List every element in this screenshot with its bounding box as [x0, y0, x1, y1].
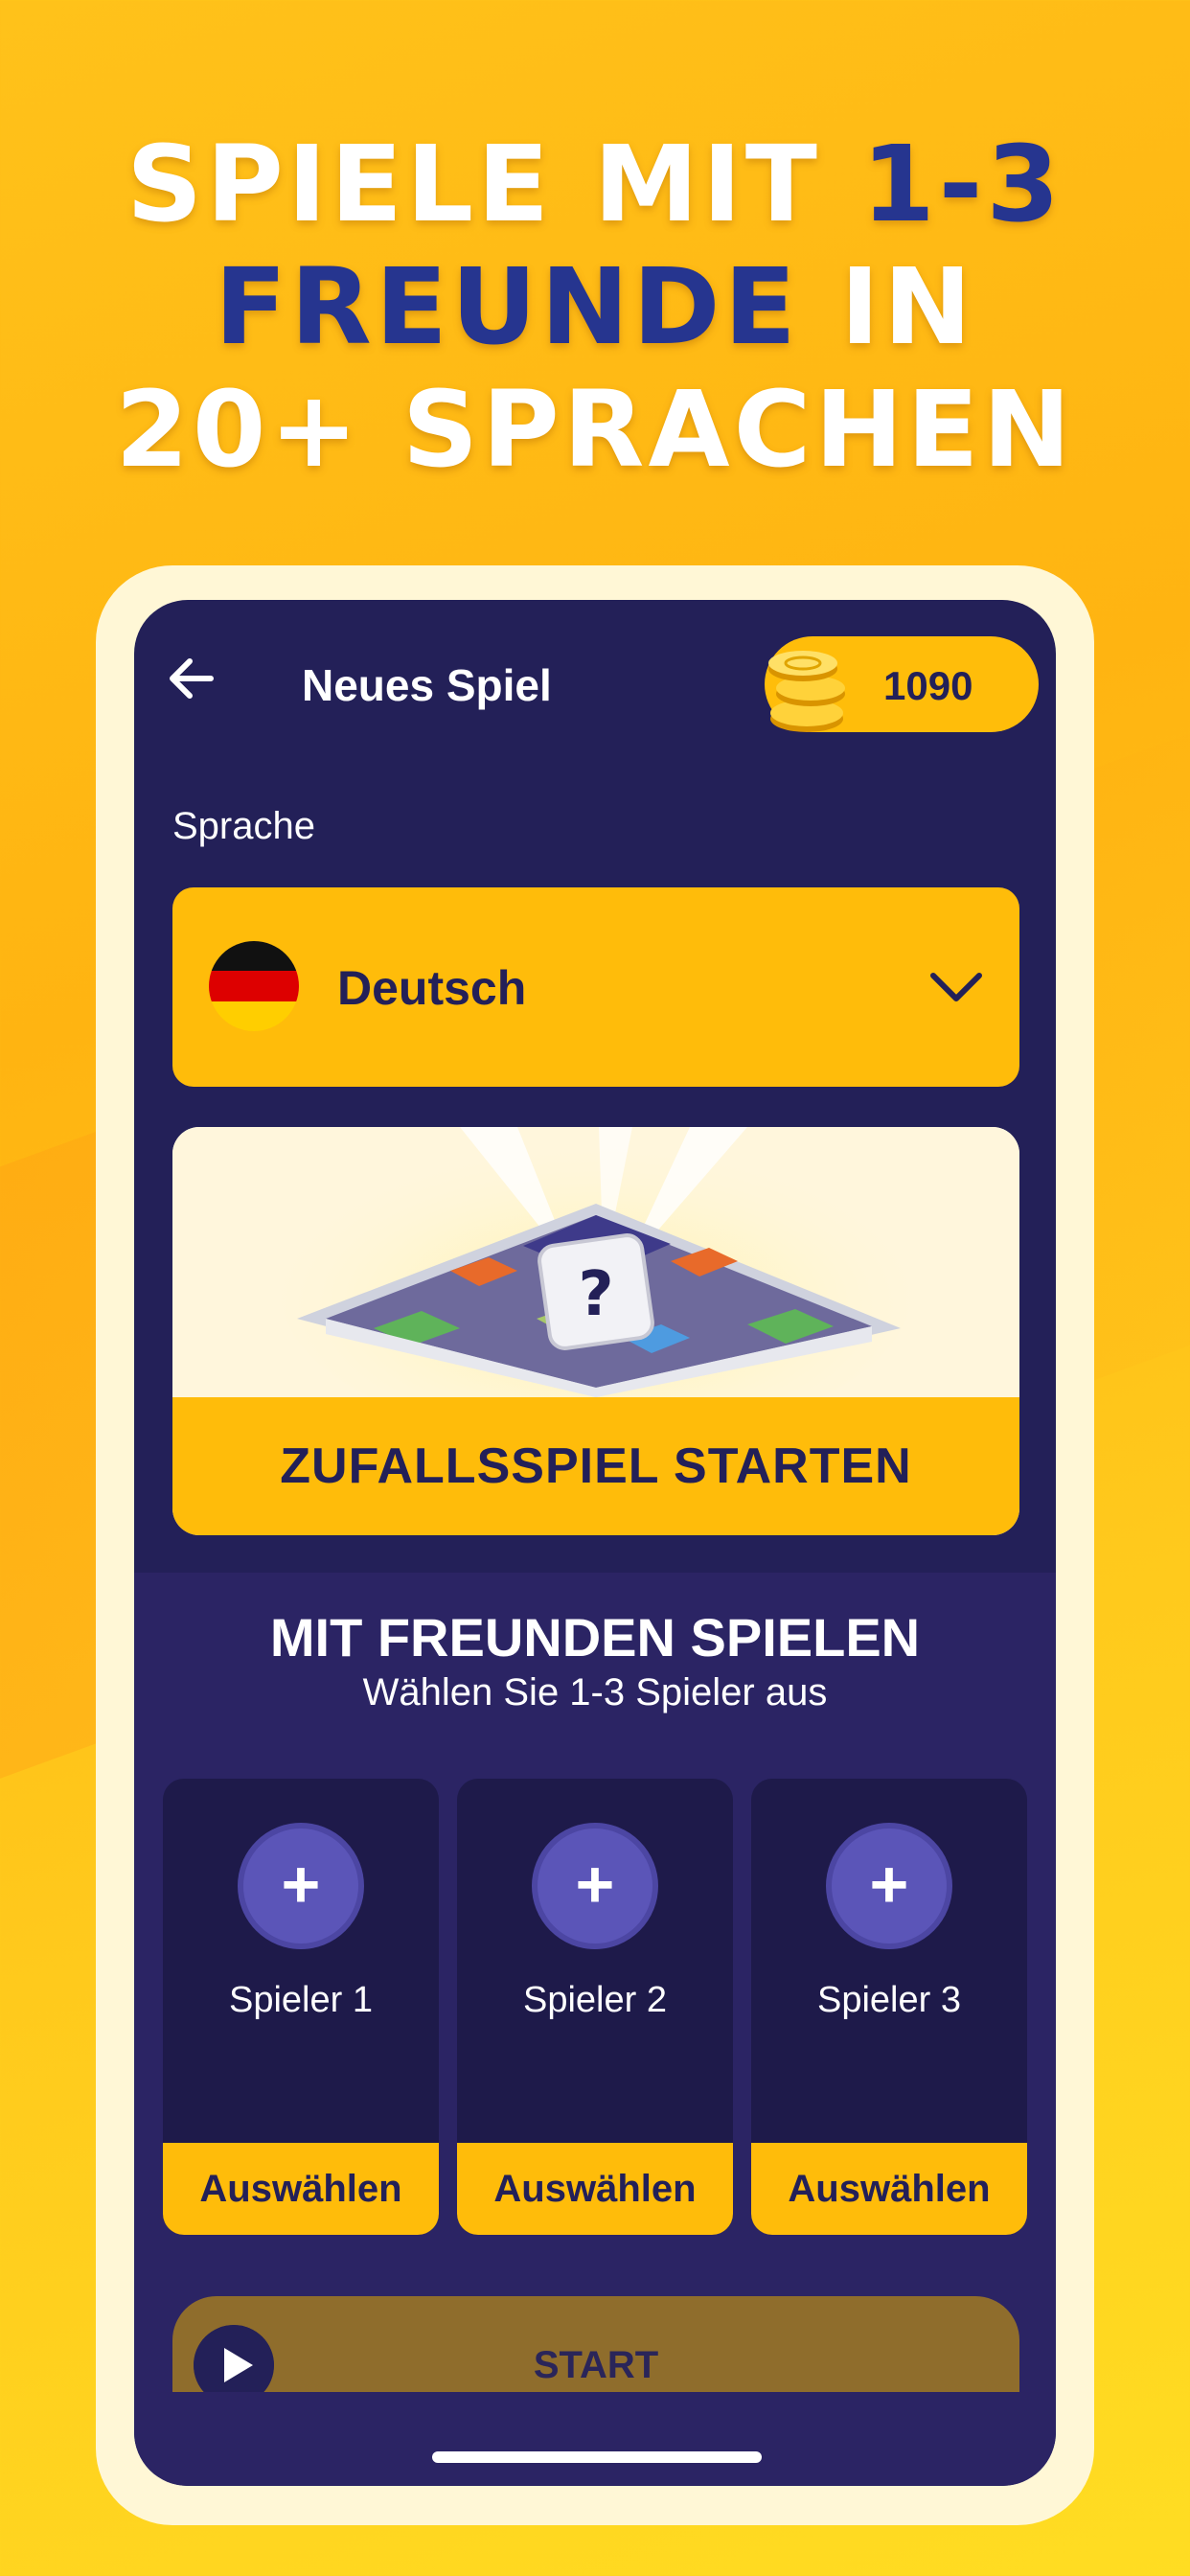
start-button[interactable]: START [172, 2296, 1019, 2392]
coin-stack-icon [768, 651, 845, 732]
player-slot-2[interactable]: + Spieler 2 Auswählen [457, 1779, 733, 2235]
language-dropdown[interactable]: Deutsch [172, 887, 1019, 1087]
coin-balance[interactable]: 1090 [765, 636, 1039, 732]
add-player-button[interactable]: + [826, 1823, 952, 1949]
random-game-button[interactable]: ZUFALLSSPIEL STARTEN [172, 1397, 1019, 1535]
coin-count: 1090 [883, 663, 973, 708]
language-label: Sprache [172, 805, 315, 847]
chevron-down-icon [930, 973, 982, 1001]
headline-line-1: SPIELE MIT 1-3 [126, 123, 1064, 245]
player-name: Spieler 2 [523, 1980, 667, 2020]
arrow-left-icon[interactable] [161, 648, 222, 709]
selected-language: Deutsch [337, 961, 527, 1015]
random-game-card[interactable]: ? ZUFALLSSPIEL STARTEN [172, 1127, 1019, 1535]
player-name: Spieler 1 [229, 1980, 373, 2020]
app-screen: Neues Spiel 1090 Sprache Deutsch ? ZUFAL… [134, 600, 1056, 2486]
select-player-button[interactable]: Auswählen [457, 2143, 733, 2235]
tile-question-mark: ? [578, 1259, 613, 1330]
headline-line-3: 20+ SPRACHEN [115, 368, 1075, 491]
select-player-button[interactable]: Auswählen [163, 2143, 439, 2235]
player-slot-1[interactable]: + Spieler 1 Auswählen [163, 1779, 439, 2235]
add-player-button[interactable]: + [238, 1823, 364, 1949]
promo-headline: SPIELE MIT 1-3 FREUNDE IN 20+ SPRACHEN [0, 123, 1190, 491]
player-slot-3[interactable]: + Spieler 3 Auswählen [751, 1779, 1027, 2235]
headline-line-2: FREUNDE IN [214, 245, 976, 368]
top-bar: Neues Spiel 1090 [134, 600, 1056, 744]
page-title: Neues Spiel [302, 660, 552, 710]
start-label: START [533, 2344, 659, 2386]
friends-title: MIT FREUNDEN SPIELEN [269, 1607, 921, 1668]
add-player-button[interactable]: + [532, 1823, 658, 1949]
random-board-illustration: ? [172, 1127, 1019, 1397]
home-indicator [432, 2451, 762, 2463]
germany-flag-icon [209, 941, 299, 1031]
select-player-button[interactable]: Auswählen [751, 2143, 1027, 2235]
friends-subtitle: Wählen Sie 1-3 Spieler aus [362, 1671, 828, 1714]
player-name: Spieler 3 [817, 1980, 961, 2020]
